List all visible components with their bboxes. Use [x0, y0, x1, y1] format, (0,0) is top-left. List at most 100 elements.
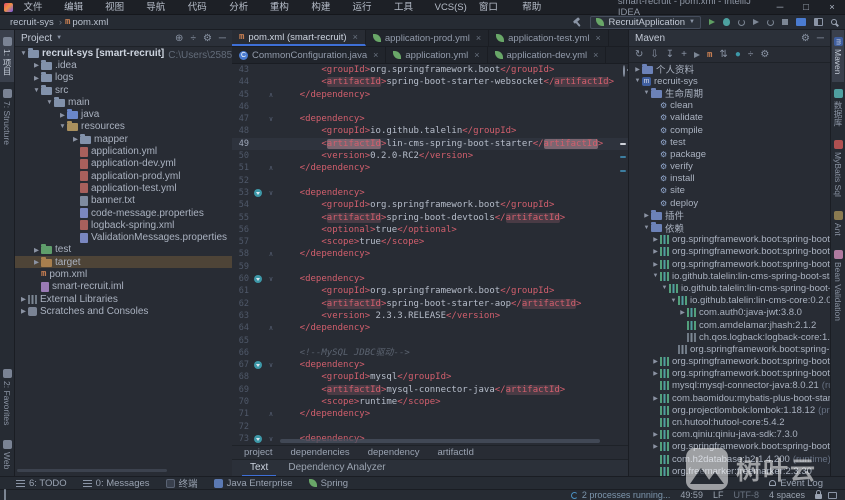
tree-chevron-icon[interactable]: ▶ [651, 431, 660, 438]
toolwindow-stripe-button[interactable]: 数据库 [831, 82, 845, 134]
breadcrumb-file[interactable]: pom.xml [70, 17, 110, 28]
maven-tree-row[interactable]: ▶插件 [629, 209, 830, 221]
project-tree-row[interactable]: application-prod.yml [15, 170, 232, 182]
maven-tree-row[interactable]: ▶org.springframework.boot:spring-boot-de… [629, 356, 830, 368]
project-horizontal-scrollbar[interactable] [17, 469, 167, 472]
maven-tree-row[interactable]: ▶org.springframework.boot:spring-boot-st… [629, 234, 830, 246]
fold-marker[interactable]: ∨ [264, 113, 278, 125]
tree-chevron-icon[interactable]: ▼ [45, 99, 54, 106]
project-tree-row[interactable]: application-dev.yml [15, 158, 232, 170]
maven-tree-row[interactable]: ▶个人资料 [629, 63, 830, 75]
toolwindow-button[interactable]: Java Enterprise [214, 478, 293, 489]
hide-panel-icon[interactable]: ─ [817, 33, 824, 44]
tree-chevron-icon[interactable]: ▶ [58, 111, 67, 119]
editor-tab[interactable]: application-dev.yml× [488, 47, 607, 63]
toolwindow-stripe-button[interactable]: Web [1, 433, 13, 476]
project-tree-row[interactable]: ▶java [15, 108, 232, 120]
tree-chevron-icon[interactable]: ▶ [651, 443, 660, 450]
profiler-icon[interactable] [753, 19, 759, 25]
project-tree-row[interactable]: ▼src [15, 84, 232, 96]
maven-tree-row[interactable]: ▼io.github.talelin:lin-cms-core:0.2.0-RC… [629, 295, 830, 307]
run-configuration-select[interactable]: RecruitApplication ▼ [590, 16, 701, 29]
maven-tree-row[interactable]: ▼io.github.talelin:lin-cms-spring-boot-a… [629, 282, 830, 294]
gear-icon[interactable]: ⚙ [203, 33, 212, 44]
layout-icon[interactable] [814, 18, 823, 26]
project-tree-row[interactable]: ▶logs [15, 72, 232, 84]
status-item[interactable]: 49:59 [680, 490, 703, 500]
editor-tab[interactable]: application-prod.yml× [366, 30, 489, 46]
project-tree-row[interactable]: banner.txt [15, 195, 232, 207]
project-tree-row[interactable]: code-message.properties [15, 207, 232, 219]
debug-icon[interactable] [723, 18, 730, 26]
search-icon[interactable] [831, 19, 837, 25]
project-tree-row[interactable]: ▶Scratches and Consoles [15, 305, 232, 317]
code-line[interactable]: 43<groupId>org.springframework.boot</gro… [232, 64, 628, 76]
fold-marker[interactable]: ∨ [264, 359, 278, 371]
toolwindow-stripe-button[interactable]: 1: 项目 [0, 30, 14, 82]
project-tree-row[interactable]: logback-spring.xml [15, 219, 232, 231]
close-icon[interactable]: × [819, 0, 845, 15]
fold-marker[interactable]: ∧ [264, 408, 278, 420]
close-icon[interactable]: × [373, 50, 378, 60]
tree-chevron-icon[interactable]: ▼ [669, 298, 678, 304]
project-tree-row[interactable]: ▼resources [15, 121, 232, 133]
code-line[interactable]: 65 [232, 335, 628, 347]
code-line[interactable]: 45∧</dependency> [232, 89, 628, 101]
project-structure-icon[interactable] [796, 18, 806, 26]
inspections-eye-icon[interactable] [623, 65, 625, 77]
code-line[interactable]: 46 [232, 101, 628, 113]
code-line[interactable]: 47∨<dependency> [232, 113, 628, 125]
project-tree-row[interactable]: ▶.idea [15, 59, 232, 71]
code-line[interactable]: 60∨<dependency> [232, 273, 628, 285]
menu-item[interactable]: 帮助(H) [516, 0, 558, 15]
project-tree-row[interactable]: ▶target [15, 256, 232, 268]
toolwindow-stripe-button[interactable]: 2: Favorites [1, 362, 13, 432]
code-line[interactable]: 63<version> 2.3.3.RELEASE</version> [232, 310, 628, 322]
tree-chevron-icon[interactable]: ▶ [32, 74, 41, 82]
download-sources-icon[interactable]: ↧ [666, 49, 674, 60]
maven-tree-row[interactable]: ⚙site [629, 185, 830, 197]
tree-chevron-icon[interactable]: ▶ [19, 307, 28, 315]
code-line[interactable]: 51∧</dependency> [232, 162, 628, 174]
fold-marker[interactable]: ∧ [264, 162, 278, 174]
menu-item[interactable]: 分析(Z) [223, 0, 264, 15]
locate-file-icon[interactable]: ⊕ [175, 33, 183, 44]
maven-tree-row[interactable]: ⚙test [629, 136, 830, 148]
skip-tests-icon[interactable]: ⇅ [719, 49, 727, 60]
code-line[interactable]: 49<artifactId>lin-cms-spring-boot-starte… [232, 138, 628, 150]
maven-tree-row[interactable]: com.amdelamar:jhash:2.1.2 [629, 319, 830, 331]
code-line[interactable]: 64∧</dependency> [232, 322, 628, 334]
scrollbar-mark[interactable] [620, 170, 626, 172]
tree-chevron-icon[interactable]: ▶ [678, 309, 687, 316]
fold-marker[interactable]: ∨ [264, 273, 278, 285]
fold-marker[interactable]: ∨ [264, 433, 278, 445]
toolwindow-button[interactable]: 6: TODO [16, 478, 67, 489]
maven-tree-row[interactable]: ⚙validate [629, 112, 830, 124]
editor-horizontal-scrollbar[interactable] [280, 439, 600, 443]
maven-tree-row[interactable]: ▶com.baomidou:mybatis-plus-boot-starter:… [629, 392, 830, 404]
menu-item[interactable]: 工具(T) [388, 0, 429, 15]
code-line[interactable]: 71∧</dependency> [232, 408, 628, 420]
tree-chevron-icon[interactable]: ▶ [32, 61, 41, 69]
maven-tree-row[interactable]: ch.qos.logback:logback-core:1.2.3 (omitt… [629, 331, 830, 343]
minimize-icon[interactable]: ─ [767, 0, 793, 15]
code-line[interactable]: 53∨<dependency> [232, 187, 628, 199]
tree-chevron-icon[interactable]: ▶ [633, 66, 642, 73]
maven-settings-icon[interactable]: ⚙ [760, 49, 769, 60]
tree-chevron-icon[interactable]: ▼ [660, 285, 669, 291]
execute-goal-icon[interactable]: m [707, 50, 712, 60]
menu-item[interactable]: 导航(N) [140, 0, 182, 15]
code-editor[interactable]: 43<groupId>org.springframework.boot</gro… [232, 64, 628, 445]
status-item[interactable]: LF [713, 490, 724, 500]
tree-chevron-icon[interactable]: ▶ [651, 370, 660, 377]
maven-dependency-gutter-icon[interactable] [254, 361, 262, 369]
toolwindow-stripe-button[interactable]: 7: Structure [1, 82, 13, 152]
gear-icon[interactable]: ⚙ [801, 33, 810, 44]
breadcrumb-item[interactable]: dependency [368, 447, 420, 458]
maven-tree-row[interactable]: mysql:mysql-connector-java:8.0.21(runtim… [629, 380, 830, 392]
toolwindow-button[interactable]: 0: Messages [83, 478, 150, 489]
maven-tree-row[interactable]: ▼依赖 [629, 221, 830, 233]
tree-chevron-icon[interactable]: ▼ [32, 87, 41, 94]
run-icon[interactable] [709, 19, 715, 25]
rerun-icon[interactable] [767, 19, 774, 26]
